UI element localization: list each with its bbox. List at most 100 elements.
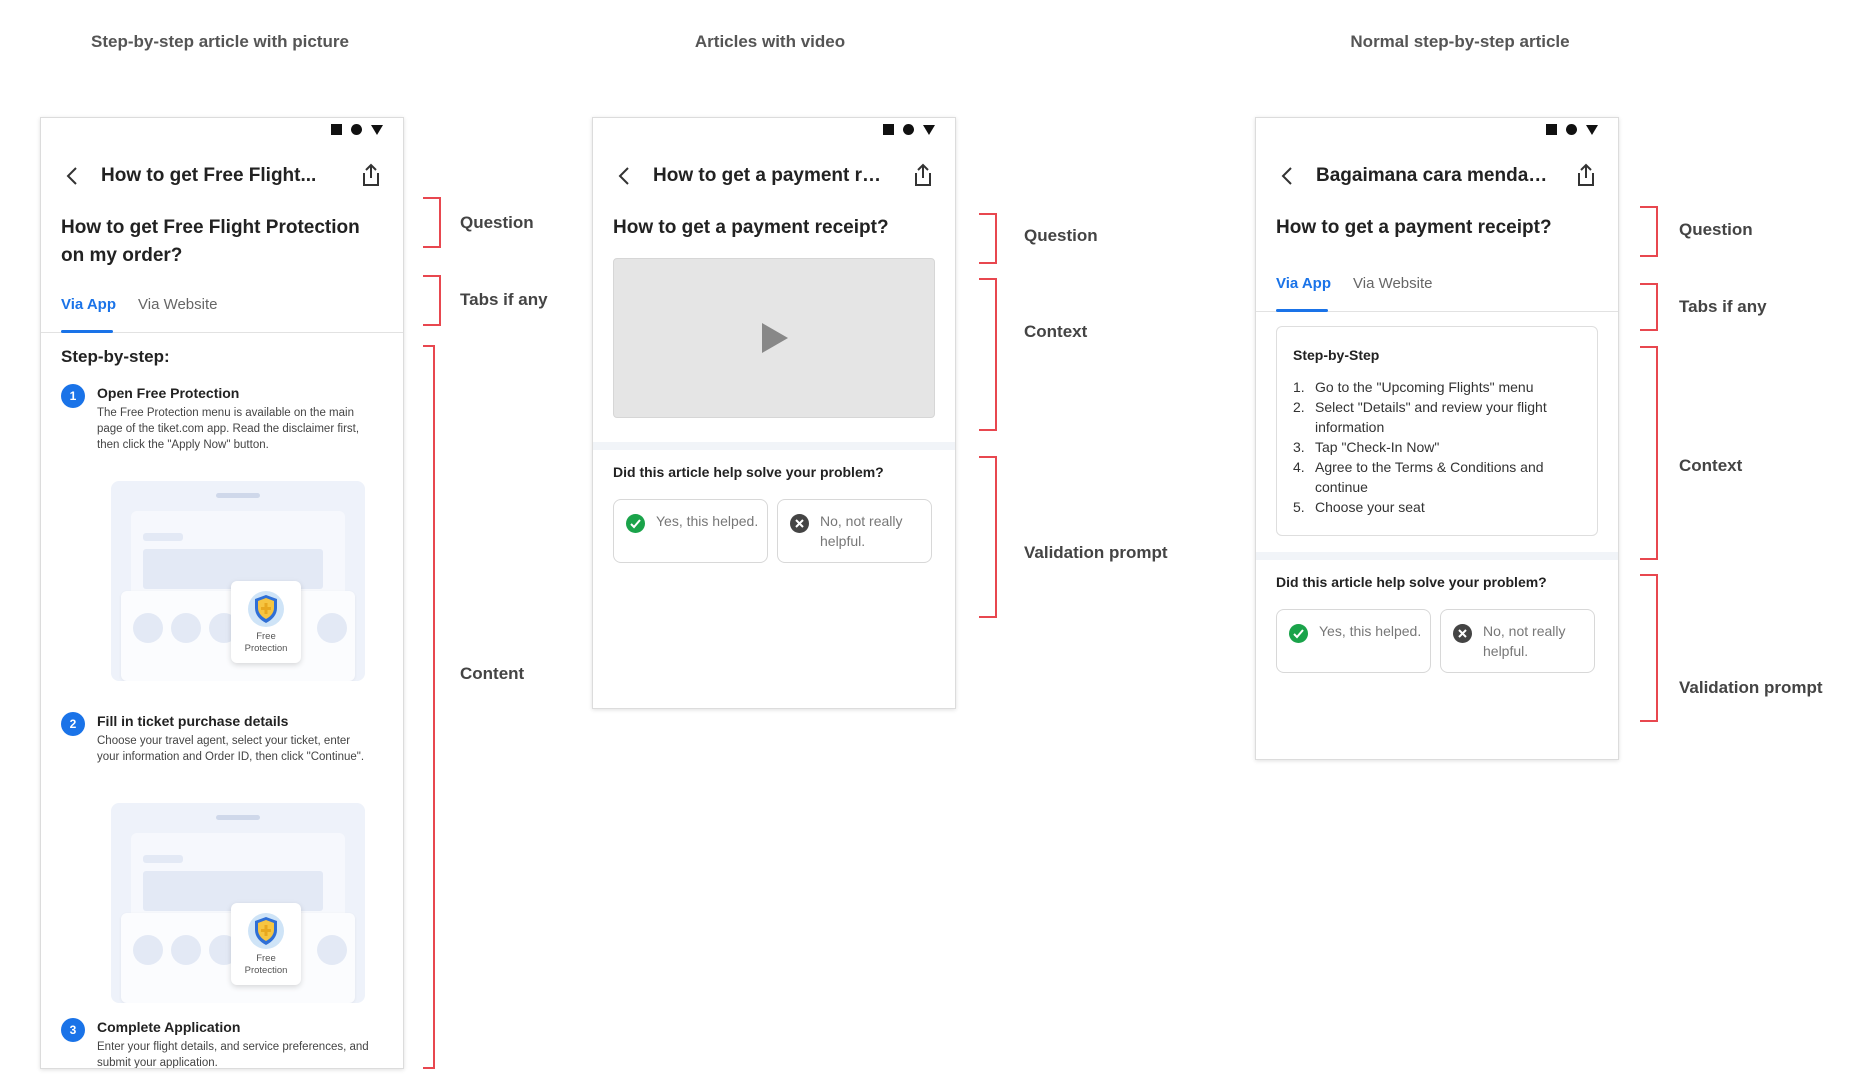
illustration-bar [143,533,183,541]
annotation-context: Context [1024,322,1088,341]
step-desc-2: Choose your travel agent, select your ti… [97,735,365,763]
annotation-question: Question [1024,226,1098,245]
section-title-video: Articles with video [694,32,846,51]
status-bar [1546,124,1598,135]
annotation-bracket-validation [1640,574,1658,722]
illustration-circle [317,613,347,643]
helpful-yes-label: Yes, this helped. [1319,623,1422,639]
signal-dot-icon [1566,124,1577,135]
app-bar: Bagaimana cara mendapat... [1256,150,1618,202]
signal-dot-icon [351,124,362,135]
shield-icon [248,913,284,949]
back-arrow-icon[interactable] [61,164,85,188]
step-card-title: Step-by-Step [1293,347,1380,363]
annotation-tabs: Tabs if any [460,290,548,309]
app-bar: How to get a payment rec... [593,150,955,202]
app-bar-title: How to get Free Flight... [101,165,317,186]
annotation-bracket-question [423,197,441,248]
badge-label: Free Protection [231,953,301,977]
badge-label-line1: Free [256,631,276,642]
question-title: How to get a payment receipt? [613,217,889,238]
step-title-3: Complete Application [97,1019,241,1035]
annotation-bracket-question [979,213,997,264]
signal-square-icon [331,124,342,135]
helpful-no-button[interactable]: No, not really helpful. [1440,609,1595,673]
step-list-item: 3. Tap "Check-In Now" [1293,437,1577,457]
illustration-notch [216,493,260,498]
helpful-yes-button[interactable]: Yes, this helped. [1276,609,1431,673]
validation-question: Did this article help solve your problem… [613,464,884,480]
tab-via-website[interactable]: Via Website [138,296,218,313]
back-arrow-icon[interactable] [1276,164,1300,188]
helpful-no-button[interactable]: No, not really helpful. [777,499,932,563]
free-protection-badge: Free Protection [231,903,301,985]
annotation-bracket-context [1640,346,1658,560]
tab-active-indicator [1276,309,1328,312]
share-icon[interactable] [911,162,935,188]
step-title-2: Fill in ticket purchase details [97,713,289,729]
signal-square-icon [883,124,894,135]
step-number-3: 3 [61,1018,85,1042]
section-title-normal: Normal step-by-step article [1350,32,1570,51]
tab-via-app[interactable]: Via App [1276,275,1331,292]
badge-label-line2: Protection [244,965,288,976]
step-list-text: Go to the "Upcoming Flights" menu [1315,379,1534,395]
annotation-question: Question [460,213,534,232]
annotation-validation: Validation prompt [1024,543,1168,562]
illustration-notch [216,815,260,820]
step-number-1: 1 [61,384,85,408]
play-icon[interactable] [762,323,788,353]
illustration-circle [171,613,201,643]
signal-square-icon [1546,124,1557,135]
badge-label-line2: Protection [244,643,288,654]
shield-icon [248,591,284,627]
annotation-question: Question [1679,220,1753,239]
step-list-text: Agree to the Terms & Conditions and cont… [1315,459,1544,495]
illustration-circle [171,935,201,965]
question-title: How to get Free Flight Protection on my … [61,217,360,266]
step-by-step-card: Step-by-Step 1. Go to the "Upcoming Fligh… [1276,326,1598,536]
helpful-yes-button[interactable]: Yes, this helped. [613,499,768,563]
illustration-bar [143,855,183,863]
phone-video-article: How to get a payment rec... How to get a… [592,117,956,709]
check-circle-icon [626,514,645,533]
badge-label: Free Protection [231,631,301,655]
helpful-no-label: No, not really helpful. [820,513,903,549]
annotation-bracket-context [979,278,997,431]
tab-active-indicator [61,330,113,333]
check-circle-icon [1289,624,1308,643]
step-list-item: 5. Choose your seat [1293,497,1577,517]
section-title-picture: Step-by-step article with picture [91,32,349,51]
helpful-no-label: No, not really helpful. [1483,623,1566,659]
annotation-context: Context [1679,456,1743,475]
step-list-number: 2. [1293,399,1305,415]
helpful-yes-label: Yes, this helped. [656,513,759,529]
step-desc-1: The Free Protection menu is available on… [97,407,360,451]
share-icon[interactable] [359,162,383,188]
tab-via-app[interactable]: Via App [61,296,116,313]
badge-label-line1: Free [256,953,276,964]
step-illustration-2: Free Protection [111,803,365,1003]
step-heading: Step-by-step: [61,347,170,366]
phone-picture-article: How to get Free Flight... How to get Fre… [40,117,404,1069]
step-desc-3: Enter your flight details, and service p… [97,1041,369,1069]
annotation-bracket-question [1640,206,1658,257]
question-title: How to get a payment receipt? [1276,217,1552,238]
validation-question: Did this article help solve your problem… [1276,574,1547,590]
back-arrow-icon[interactable] [613,164,637,188]
step-list-number: 4. [1293,459,1305,475]
illustration-circle [317,935,347,965]
annotation-content: Content [460,664,525,683]
tab-bar: Via App Via Website [1256,261,1618,312]
battery-triangle-icon [1586,124,1598,135]
step-list-number: 1. [1293,379,1305,395]
section-divider [593,442,955,450]
illustration-circle [133,935,163,965]
battery-triangle-icon [923,124,935,135]
tab-via-website[interactable]: Via Website [1353,275,1433,292]
free-protection-badge: Free Protection [231,581,301,663]
step-list-number: 3. [1293,439,1305,455]
share-icon[interactable] [1574,162,1598,188]
status-bar [331,124,383,135]
video-player[interactable] [613,258,935,418]
